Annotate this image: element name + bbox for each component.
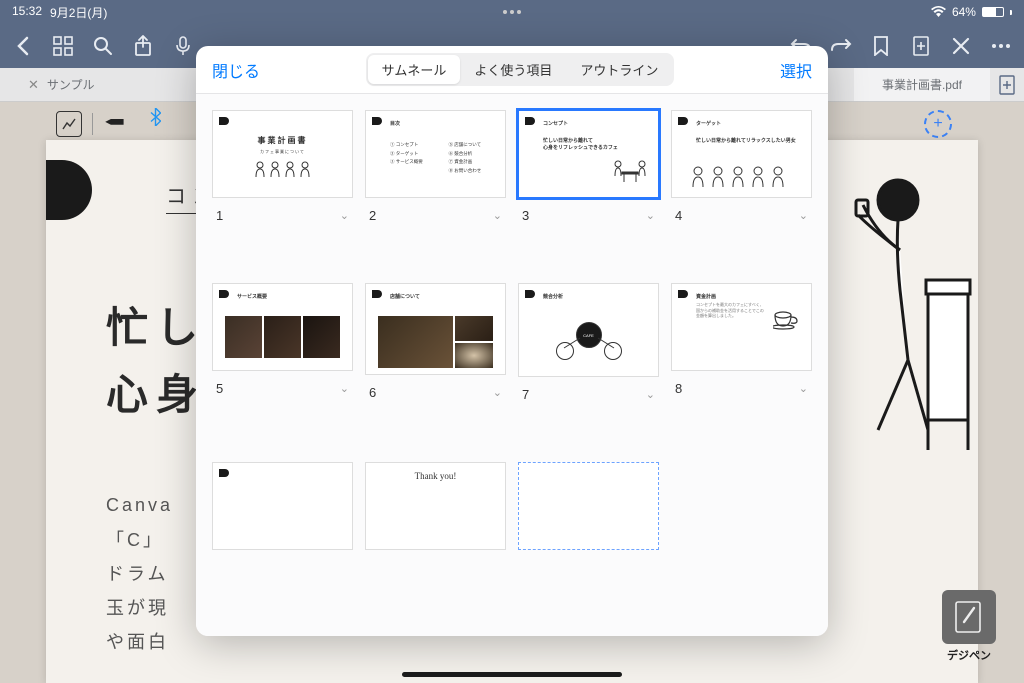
grid-icon[interactable] <box>52 35 74 57</box>
doc-side-tab <box>46 160 92 220</box>
tab-close-icon[interactable]: ✕ <box>28 77 39 93</box>
wifi-icon <box>931 5 946 20</box>
page-number-row[interactable]: 7 ⌄ <box>518 383 659 402</box>
chevron-down-icon[interactable]: ⌄ <box>493 209 502 222</box>
page-thumbnail-8[interactable]: 資金計画 コンセプトを最大のカフェにすべく、国からの補助金を活用することでこの金… <box>671 283 812 371</box>
chevron-down-icon[interactable]: ⌄ <box>340 209 349 222</box>
chevron-down-icon[interactable]: ⌄ <box>340 382 349 395</box>
segment-frequent[interactable]: よく使う項目 <box>460 55 566 84</box>
page-thumbnail-2[interactable]: 目次 ① コンセプト ⑤ 店舗について ② ターゲット ⑥ 競合分析 ③ サービ… <box>365 110 506 198</box>
segment-thumbnails[interactable]: サムネール <box>368 55 461 84</box>
status-time: 15:32 <box>12 4 42 21</box>
page-thumbnail-3[interactable]: コンセプト 忙しい日常から離れて 心身をリフレッシュできるカフェ <box>518 110 659 198</box>
pen-tool-icon[interactable] <box>97 108 130 141</box>
mic-icon[interactable] <box>172 35 194 57</box>
brand-label: デジペン <box>947 647 991 663</box>
page-thumbnail-9[interactable] <box>212 462 353 550</box>
page-number-row[interactable]: 6 ⌄ <box>365 381 506 400</box>
bookmark-icon[interactable] <box>870 35 892 57</box>
chevron-down-icon[interactable]: ⌄ <box>799 209 808 222</box>
add-page-icon[interactable] <box>910 35 932 57</box>
doc-tab-1-label: サンプル <box>47 76 95 93</box>
doc-tab-2-label: 事業計画書.pdf <box>882 76 962 93</box>
home-indicator[interactable] <box>402 672 622 677</box>
add-page-dropzone[interactable] <box>518 462 659 550</box>
page-number: 2 <box>369 208 376 223</box>
chevron-down-icon[interactable]: ⌄ <box>646 209 655 222</box>
page-number: 5 <box>216 381 223 396</box>
share-icon[interactable] <box>132 35 154 57</box>
chevron-down-icon[interactable]: ⌄ <box>646 388 655 401</box>
status-date: 9月2日(月) <box>50 4 107 21</box>
page-number: 1 <box>216 208 223 223</box>
view-segmented-control[interactable]: サムネール よく使う項目 アウトライン <box>366 53 675 86</box>
page-thumbnail-5[interactable]: サービス概要 <box>212 283 353 371</box>
page-number-row[interactable]: 5 ⌄ <box>212 377 353 396</box>
page-thumbnail-6[interactable]: 店舗について <box>365 283 506 375</box>
page-number: 7 <box>522 387 529 402</box>
back-icon[interactable] <box>12 35 34 57</box>
page-number: 8 <box>675 381 682 396</box>
doc-tab-1[interactable]: ✕ サンプル <box>0 68 123 101</box>
multitask-dots[interactable] <box>345 10 678 14</box>
battery-percent: 64% <box>952 5 976 19</box>
redo-icon[interactable] <box>830 35 852 57</box>
page-number: 3 <box>522 208 529 223</box>
more-icon[interactable] <box>990 35 1012 57</box>
page-number-row[interactable]: 4 ⌄ <box>671 204 812 223</box>
add-annotation-button[interactable]: + <box>924 110 952 138</box>
add-tab-icon[interactable] <box>990 68 1024 101</box>
popover-close-button[interactable]: 閉じる <box>212 58 260 82</box>
search-icon[interactable] <box>92 35 114 57</box>
page-thumbnail-1[interactable]: 事業計画書 カフェ事業について <box>212 110 353 198</box>
status-bar: 15:32 9月2日(月) 64% <box>0 0 1024 24</box>
page-thumbnail-10[interactable]: Thank you! <box>365 462 506 550</box>
page-thumbnail-7[interactable]: 競合分析 CAFE <box>518 283 659 377</box>
thumbnail-grid[interactable]: 事業計画書 カフェ事業について 1 ⌄ 目次 ① コンセプト <box>196 94 828 636</box>
chevron-down-icon[interactable]: ⌄ <box>493 386 502 399</box>
popover-header: 閉じる サムネール よく使う項目 アウトライン 選択 <box>196 46 828 94</box>
page-number-row[interactable]: 3 ⌄ <box>518 204 659 223</box>
page-number-row[interactable]: 2 ⌄ <box>365 204 506 223</box>
page-number: 4 <box>675 208 682 223</box>
close-icon[interactable] <box>950 35 972 57</box>
view-mode-button[interactable] <box>56 111 82 137</box>
battery-icon <box>982 7 1004 17</box>
page-number: 6 <box>369 385 376 400</box>
page-thumbnail-4[interactable]: ターゲット 忙しい日常から離れてリラックスしたい男女 <box>671 110 812 198</box>
segment-outline[interactable]: アウトライン <box>566 55 672 84</box>
chevron-down-icon[interactable]: ⌄ <box>799 382 808 395</box>
popover-select-button[interactable]: 選択 <box>780 58 812 82</box>
page-number-row[interactable]: 8 ⌄ <box>671 377 812 396</box>
brand-icon <box>942 590 996 644</box>
doc-tab-2[interactable]: 事業計画書.pdf <box>854 68 990 101</box>
brand-watermark: デジペン <box>942 590 996 663</box>
page-number-row[interactable]: 1 ⌄ <box>212 204 353 223</box>
thumbnails-popover: 閉じる サムネール よく使う項目 アウトライン 選択 事業計画書 カフェ事業につ… <box>196 46 828 636</box>
